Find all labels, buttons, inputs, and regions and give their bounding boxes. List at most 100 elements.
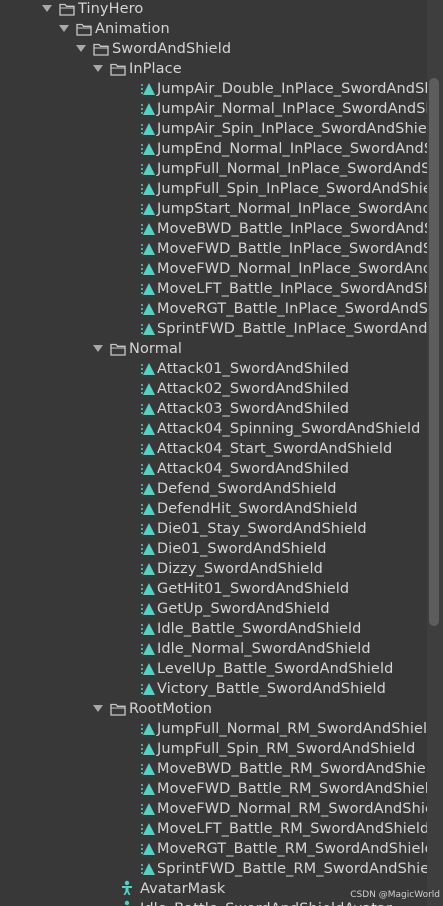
tree-asset-row[interactable]: JumpFull_Spin_InPlace_SwordAndShie	[0, 179, 427, 199]
animation-clip-icon	[139, 262, 155, 276]
tree-folder-row[interactable]: TinyHero	[0, 0, 427, 19]
tree-asset-row[interactable]: Die01_Stay_SwordAndShield	[0, 519, 427, 539]
animation-clip-icon	[139, 142, 155, 156]
tree-asset-row[interactable]: LevelUp_Battle_SwordAndShield	[0, 659, 427, 679]
tree-asset-row[interactable]: SprintFWD_Battle_RM_SwordAndShielc	[0, 859, 427, 879]
tree-item-label: Attack04_Spinning_SwordAndShield	[157, 421, 421, 437]
tree-folder-row[interactable]: RootMotion	[0, 699, 427, 719]
tree-asset-row[interactable]: MoveRGT_Battle_InPlace_SwordAndSh	[0, 299, 427, 319]
animation-clip-icon	[139, 402, 155, 416]
tree-asset-row[interactable]: JumpEnd_Normal_InPlace_SwordAndS	[0, 139, 427, 159]
animation-clip-icon	[139, 542, 155, 556]
tree-asset-row[interactable]: GetUp_SwordAndShield	[0, 599, 427, 619]
tree-asset-row[interactable]: JumpAir_Spin_InPlace_SwordAndShiel	[0, 119, 427, 139]
tree-item-label: Defend_SwordAndShield	[157, 481, 337, 497]
tree-asset-row[interactable]: JumpFull_Normal_InPlace_SwordAndS	[0, 159, 427, 179]
tree-item-label: JumpAir_Normal_InPlace_SwordAndSh	[157, 101, 427, 117]
avatar-mask-icon	[119, 880, 135, 895]
animation-clip-icon	[139, 182, 155, 196]
project-tree: TinyHero Animation SwordAndShield InPlace Ju…	[0, 0, 427, 906]
expand-arrow-icon[interactable]	[93, 65, 103, 72]
tree-item-label: Die01_Stay_SwordAndShield	[157, 521, 367, 537]
animation-clip-icon	[139, 462, 155, 476]
animation-clip-icon	[139, 322, 155, 336]
watermark: CSDN @MagicWorld	[350, 890, 440, 900]
tree-asset-row[interactable]: Idle_Battle_SwordAndShieldAvatar	[0, 899, 427, 906]
tree-asset-row[interactable]: Attack04_Start_SwordAndShield	[0, 439, 427, 459]
folder-icon	[110, 702, 126, 716]
animation-clip-icon	[139, 762, 155, 776]
expand-arrow-icon[interactable]	[59, 25, 69, 32]
tree-item-label: MoveRGT_Battle_InPlace_SwordAndSh	[157, 301, 427, 317]
animation-clip-icon	[139, 722, 155, 736]
tree-asset-row[interactable]: MoveFWD_Normal_RM_SwordAndShie	[0, 799, 427, 819]
animation-clip-icon	[139, 302, 155, 316]
animation-clip-icon	[139, 662, 155, 676]
folder-icon	[93, 42, 109, 56]
animation-clip-icon	[139, 562, 155, 576]
animation-clip-icon	[139, 842, 155, 856]
tree-item-label: Attack02_SwordAndShiled	[157, 381, 350, 397]
tree-asset-row[interactable]: GetHit01_SwordAndShield	[0, 579, 427, 599]
tree-item-label: JumpFull_Spin_InPlace_SwordAndShie	[157, 181, 427, 197]
tree-asset-row[interactable]: MoveLFT_Battle_InPlace_SwordAndSh	[0, 279, 427, 299]
tree-item-label: Attack03_SwordAndShiled	[157, 401, 350, 417]
tree-asset-row[interactable]: DefendHit_SwordAndShield	[0, 499, 427, 519]
tree-asset-row[interactable]: MoveRGT_Battle_RM_SwordAndShield	[0, 839, 427, 859]
expand-arrow-icon[interactable]	[42, 5, 52, 12]
tree-folder-row[interactable]: Normal	[0, 339, 427, 359]
tree-asset-row[interactable]: Die01_SwordAndShield	[0, 539, 427, 559]
expand-arrow-icon[interactable]	[93, 705, 103, 712]
expand-arrow-icon[interactable]	[93, 345, 103, 352]
tree-asset-row[interactable]: Attack03_SwordAndShiled	[0, 399, 427, 419]
tree-item-label: JumpFull_Normal_InPlace_SwordAndS	[157, 161, 427, 177]
animation-clip-icon	[139, 162, 155, 176]
animation-clip-icon	[139, 482, 155, 496]
tree-item-label: TinyHero	[78, 1, 144, 17]
tree-asset-row[interactable]: MoveBWD_Battle_InPlace_SwordAndS	[0, 219, 427, 239]
tree-asset-row[interactable]: SprintFWD_Battle_InPlace_SwordAndS	[0, 319, 427, 339]
scrollbar-thumb[interactable]	[429, 78, 439, 626]
tree-folder-row[interactable]: Animation	[0, 19, 427, 39]
tree-asset-row[interactable]: JumpStart_Normal_InPlace_SwordAnd	[0, 199, 427, 219]
tree-asset-row[interactable]: Attack04_SwordAndShiled	[0, 459, 427, 479]
tree-item-label: JumpEnd_Normal_InPlace_SwordAndS	[157, 141, 427, 157]
tree-asset-row[interactable]: Idle_Normal_SwordAndShield	[0, 639, 427, 659]
tree-item-label: Attack01_SwordAndShiled	[157, 361, 350, 377]
tree-asset-row[interactable]: Defend_SwordAndShield	[0, 479, 427, 499]
tree-asset-row[interactable]: MoveFWD_Battle_RM_SwordAndShielc	[0, 779, 427, 799]
tree-asset-row[interactable]: Dizzy_SwordAndShield	[0, 559, 427, 579]
tree-item-label: MoveLFT_Battle_InPlace_SwordAndSh	[157, 281, 427, 297]
animation-clip-icon	[139, 782, 155, 796]
animation-clip-icon	[139, 682, 155, 696]
tree-asset-row[interactable]: JumpAir_Normal_InPlace_SwordAndSh	[0, 99, 427, 119]
tree-item-label: Die01_SwordAndShield	[157, 541, 327, 557]
tree-item-label: Idle_Normal_SwordAndShield	[157, 641, 371, 657]
expand-arrow-icon[interactable]	[76, 45, 86, 52]
tree-item-label: SprintFWD_Battle_RM_SwordAndShielc	[157, 861, 427, 877]
animation-clip-icon	[139, 102, 155, 116]
vertical-scrollbar[interactable]	[427, 0, 443, 906]
tree-asset-row[interactable]: MoveFWD_Normal_InPlace_SwordAndS	[0, 259, 427, 279]
tree-folder-row[interactable]: InPlace	[0, 59, 427, 79]
animation-clip-icon	[139, 642, 155, 656]
animation-clip-icon	[139, 522, 155, 536]
tree-asset-row[interactable]: Victory_Battle_SwordAndShield	[0, 679, 427, 699]
tree-asset-row[interactable]: JumpAir_Double_InPlace_SwordAndSh	[0, 79, 427, 99]
tree-item-label: SprintFWD_Battle_InPlace_SwordAndS	[157, 321, 427, 337]
animation-clip-icon	[139, 422, 155, 436]
tree-asset-row[interactable]: Idle_Battle_SwordAndShield	[0, 619, 427, 639]
tree-item-label: GetHit01_SwordAndShield	[157, 581, 350, 597]
tree-item-label: Normal	[129, 341, 183, 357]
tree-item-label: Attack04_Start_SwordAndShield	[157, 441, 393, 457]
tree-asset-row[interactable]: Attack02_SwordAndShiled	[0, 379, 427, 399]
tree-item-label: MoveBWD_Battle_RM_SwordAndShielc	[157, 761, 427, 777]
tree-asset-row[interactable]: MoveFWD_Battle_InPlace_SwordAndS	[0, 239, 427, 259]
tree-asset-row[interactable]: Attack04_Spinning_SwordAndShield	[0, 419, 427, 439]
tree-asset-row[interactable]: MoveBWD_Battle_RM_SwordAndShielc	[0, 759, 427, 779]
tree-asset-row[interactable]: Attack01_SwordAndShiled	[0, 359, 427, 379]
tree-asset-row[interactable]: MoveLFT_Battle_RM_SwordAndShield	[0, 819, 427, 839]
tree-folder-row[interactable]: SwordAndShield	[0, 39, 427, 59]
tree-asset-row[interactable]: JumpFull_Normal_RM_SwordAndShielc	[0, 719, 427, 739]
tree-asset-row[interactable]: JumpFull_Spin_RM_SwordAndShield	[0, 739, 427, 759]
